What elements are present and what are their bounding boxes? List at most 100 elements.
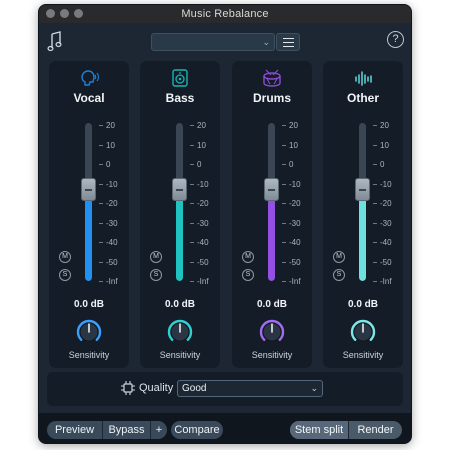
preview-button[interactable]: Preview [47, 421, 102, 439]
scale-tick-label: -30 [373, 219, 392, 229]
preset-menu-button[interactable] [276, 33, 300, 51]
vocal-head-icon [81, 70, 99, 86]
scale-tick-label: -Inf [282, 277, 301, 287]
sensitivity-knob[interactable] [259, 319, 285, 345]
solo-button[interactable]: S [242, 269, 254, 281]
scale-tick-label: -Inf [99, 277, 118, 287]
scale-tick-label: -10 [99, 180, 118, 190]
waveform-icon [355, 71, 372, 86]
scale-tick-label: -30 [190, 219, 209, 229]
scale-tick-label: -20 [282, 199, 301, 209]
channel-strip-other: Other 20 10 0 -10 -20 -30 -40 -50 -Inf M S 0.0 dB Sen… [323, 61, 403, 368]
gain-fader-handle[interactable] [355, 178, 370, 201]
quality-icon [121, 381, 135, 395]
channel-strip-bass: Bass 20 10 0 -10 -20 -30 -40 -50 -Inf M S 0.0 dB Sens… [140, 61, 220, 368]
gain-fader-fill [176, 189, 183, 281]
scale-tick-label: 10 [282, 141, 298, 151]
compare-button[interactable]: Compare [171, 421, 223, 439]
gain-scale: 20 10 0 -10 -20 -30 -40 -50 -Inf [373, 121, 403, 291]
scale-tick-label: -50 [99, 258, 118, 268]
chevron-down-icon: ⌄ [262, 37, 270, 47]
stem-split-button[interactable]: Stem split [290, 421, 348, 439]
gain-readout: 0.0 dB [73, 299, 104, 310]
scale-tick-label: 10 [190, 141, 206, 151]
bottom-bar: Preview Bypass + Compare Stem split Rend… [39, 413, 411, 443]
music-note-icon [47, 31, 62, 52]
scale-tick-label: 0 [373, 160, 384, 170]
bypass-button[interactable]: Bypass [103, 421, 150, 439]
scale-tick-label: -20 [99, 199, 118, 209]
render-button[interactable]: Render [349, 421, 402, 439]
sensitivity-knob[interactable] [350, 319, 376, 345]
scale-tick-label: -Inf [373, 277, 392, 287]
mute-button[interactable]: M [59, 251, 71, 263]
scale-tick-label: -40 [282, 238, 301, 248]
gain-fader-track[interactable] [359, 123, 366, 281]
solo-button[interactable]: S [59, 269, 71, 281]
scale-tick-label: 10 [99, 141, 115, 151]
solo-button[interactable]: S [333, 269, 345, 281]
close-window-button[interactable] [46, 9, 55, 18]
scale-tick-label: 20 [282, 121, 298, 131]
bass-speaker-icon [172, 69, 188, 87]
stem-name: Other [346, 91, 379, 105]
scale-tick-label: 20 [99, 121, 115, 131]
title-bar: Music Rebalance [39, 5, 411, 23]
preset-dropdown[interactable]: ⌄ [151, 33, 275, 51]
scale-tick-label: -50 [282, 258, 301, 268]
add-bypass-button[interactable]: + [151, 421, 167, 439]
preview-bypass-group: Preview Bypass + [47, 421, 167, 439]
mute-button[interactable]: M [242, 251, 254, 263]
help-button[interactable]: ? [387, 31, 404, 48]
scale-tick-label: 20 [190, 121, 206, 131]
window-title: Music Rebalance [181, 8, 269, 20]
sensitivity-knob[interactable] [76, 319, 102, 345]
gain-fader-handle[interactable] [264, 178, 279, 201]
hamburger-menu-icon [283, 38, 294, 40]
sensitivity-label: Sensitivity [342, 350, 384, 360]
mute-button[interactable]: M [150, 251, 162, 263]
scale-tick-label: -Inf [190, 277, 209, 287]
sensitivity-label: Sensitivity [159, 350, 201, 360]
gain-readout: 0.0 dB [347, 299, 378, 310]
scale-tick-label: 0 [99, 160, 110, 170]
plugin-window: Music Rebalance ⌄ ? Vocal 20 10 0 -10 -20 -30 -… [38, 4, 412, 444]
sensitivity-label: Sensitivity [251, 350, 293, 360]
scale-tick-label: -40 [373, 238, 392, 248]
channel-strip-drums: Drums 20 10 0 -10 -20 -30 -40 -50 -Inf M S 0.0 dB Sen… [232, 61, 312, 368]
quality-bar: Quality Good ⌄ [47, 372, 403, 406]
gain-readout: 0.0 dB [164, 299, 195, 310]
gain-fader-fill [268, 189, 275, 281]
scale-tick-label: -20 [373, 199, 392, 209]
toolbar: ⌄ ? [39, 23, 411, 59]
solo-button[interactable]: S [150, 269, 162, 281]
scale-tick-label: -10 [282, 180, 301, 190]
scale-tick-label: -10 [190, 180, 209, 190]
drum-icon [263, 69, 281, 87]
gain-fader-handle[interactable] [172, 178, 187, 201]
scale-tick-label: 0 [282, 160, 293, 170]
gain-fader-track[interactable] [268, 123, 275, 281]
mute-button[interactable]: M [333, 251, 345, 263]
gain-fader-track[interactable] [85, 123, 92, 281]
window-controls [46, 9, 83, 18]
sensitivity-knob[interactable] [167, 319, 193, 345]
scale-tick-label: -10 [373, 180, 392, 190]
channel-strip-vocal: Vocal 20 10 0 -10 -20 -30 -40 -50 -Inf M S 0.0 dB Sen… [49, 61, 129, 368]
gain-fader-fill [359, 189, 366, 281]
gain-fader-track[interactable] [176, 123, 183, 281]
output-mode-group: Stem split Render [290, 421, 402, 439]
minimize-window-button[interactable] [60, 9, 69, 18]
quality-value: Good [182, 383, 207, 394]
scale-tick-label: 0 [190, 160, 201, 170]
quality-dropdown[interactable]: Good ⌄ [177, 380, 323, 397]
gain-fader-fill [85, 189, 92, 281]
chevron-down-icon: ⌄ [310, 383, 318, 393]
gain-scale: 20 10 0 -10 -20 -30 -40 -50 -Inf [99, 121, 129, 291]
scale-tick-label: 20 [373, 121, 389, 131]
scale-tick-label: -40 [99, 238, 118, 248]
gain-fader-handle[interactable] [81, 178, 96, 201]
zoom-window-button[interactable] [74, 9, 83, 18]
scale-tick-label: -20 [190, 199, 209, 209]
gain-scale: 20 10 0 -10 -20 -30 -40 -50 -Inf [190, 121, 220, 291]
